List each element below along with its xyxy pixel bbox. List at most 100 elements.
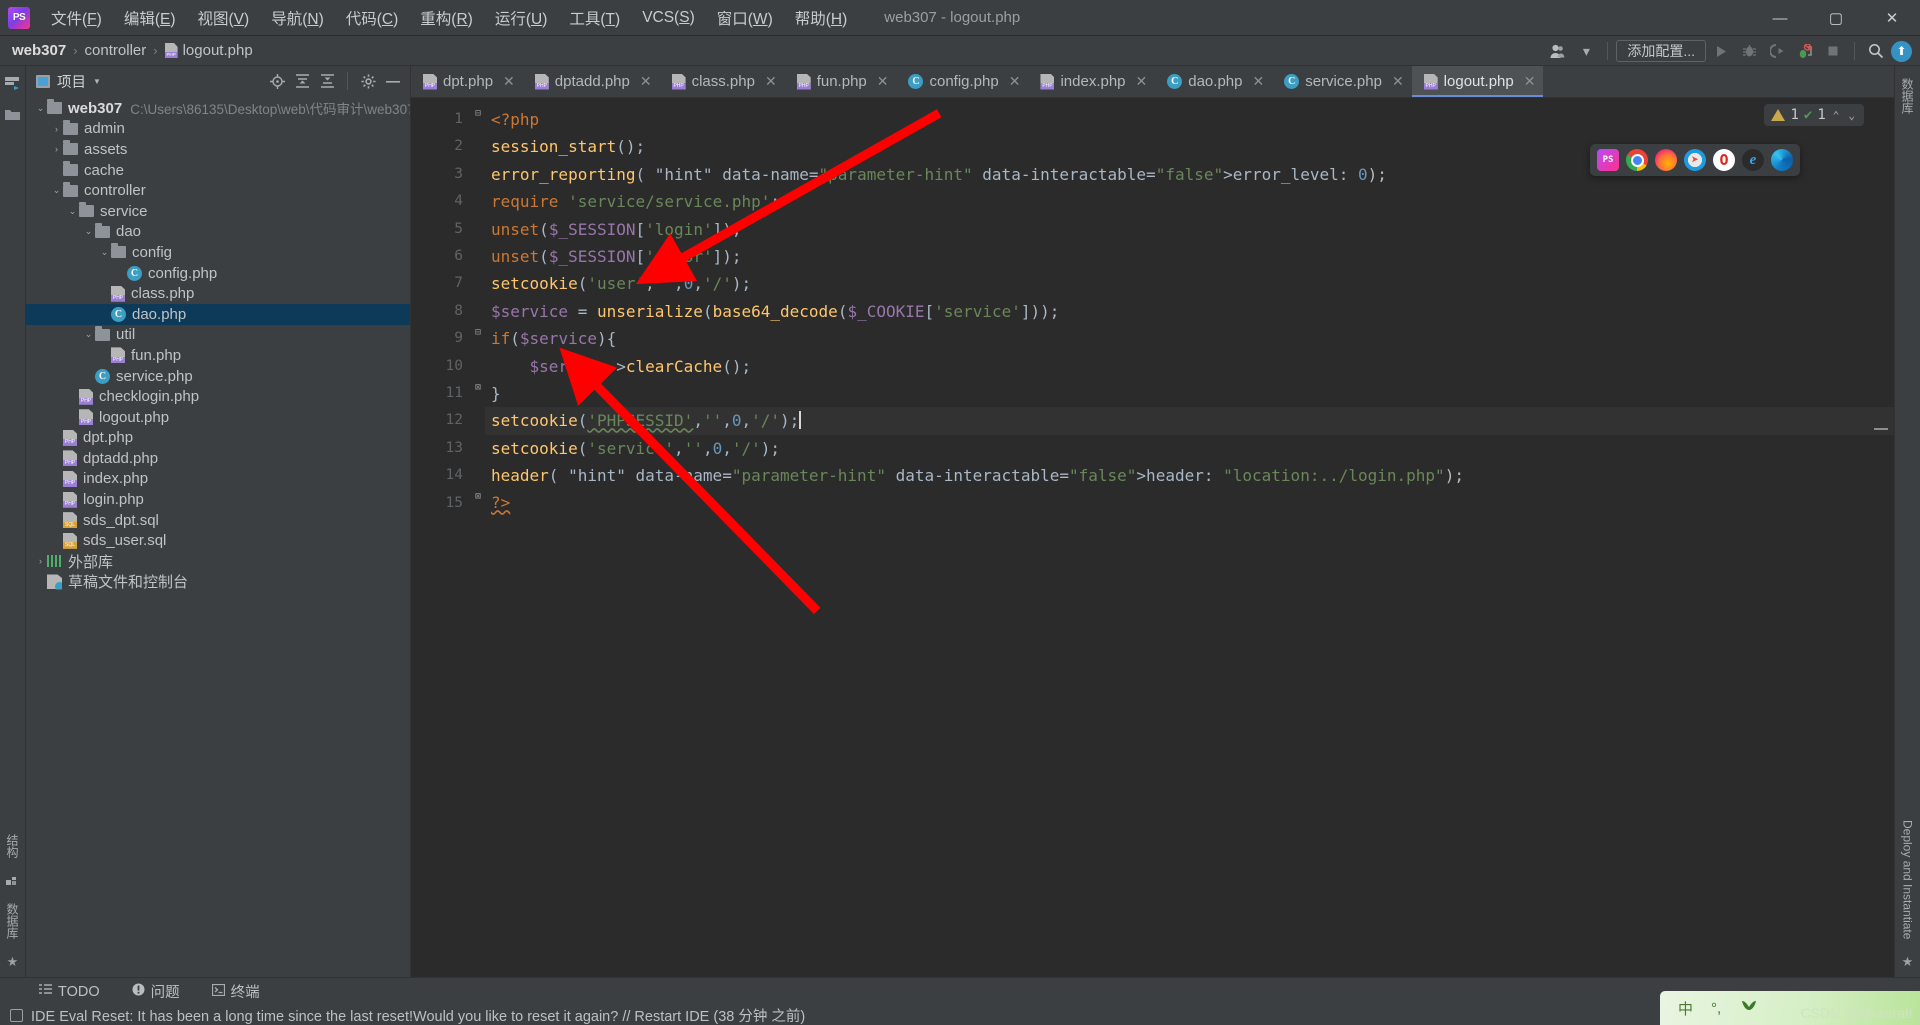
code-line[interactable]: setcookie('user','',0,'/'); (491, 270, 1894, 297)
attach-debugger-icon[interactable] (1792, 39, 1818, 63)
tree-node-assets[interactable]: › assets (26, 139, 410, 160)
sidebar-item-deploy[interactable]: Deploy and Instantiate (1898, 812, 1918, 947)
build-icon[interactable] (5, 866, 20, 895)
tree-node-util-folder[interactable]: ⌄ util (26, 325, 410, 346)
tab-logout-php[interactable]: logout.php ✕ (1411, 66, 1544, 97)
account-chevron-down-icon[interactable]: ▾ (1573, 39, 1599, 63)
code-folding-gutter[interactable]: ⊟ ⊟ ⊠ ⊠ (471, 98, 485, 977)
chevron-right-icon[interactable]: › (34, 556, 47, 566)
bottom-tab-todo[interactable]: TODO (34, 982, 105, 1002)
gear-icon[interactable] (357, 70, 379, 92)
collapse-all-icon[interactable] (316, 70, 338, 92)
code-editor[interactable]: 1 2 3 4 5 6 7 8 9 10 11 12 13 14 15 ⊟ ⊟ ⊠ ⊠ <?php sessi… (411, 98, 1894, 977)
code-line[interactable]: require 'service/service.php'; (491, 188, 1894, 215)
tab-dptadd-php[interactable]: dptadd.php ✕ (523, 66, 660, 97)
close-icon[interactable]: ✕ (1524, 73, 1536, 90)
close-icon[interactable]: ✕ (1392, 73, 1404, 90)
close-icon[interactable]: ✕ (765, 73, 777, 90)
code-line[interactable]: setcookie('PHPSESSID','',0,'/'); (485, 407, 1894, 435)
expand-all-icon[interactable] (291, 70, 313, 92)
tree-node-dao-php[interactable]: ·Cdao.php (26, 303, 410, 325)
chrome-browser-icon[interactable] (1626, 149, 1648, 171)
fold-marker-15[interactable]: ⊠ (473, 492, 483, 502)
tree-node-class-php[interactable]: · class.php (26, 283, 410, 304)
code-line[interactable]: unset($_SESSION['error']); (491, 243, 1894, 270)
tree-node-checklogin-php[interactable]: · checklogin.php (26, 386, 410, 407)
update-icon[interactable]: ⬆ (1891, 40, 1912, 62)
hide-panel-icon[interactable] (382, 70, 404, 92)
right-star-icon[interactable]: ★ (1902, 947, 1914, 977)
browser-popup[interactable]: PS ➤ O e (1590, 144, 1800, 176)
chevron-down-icon[interactable]: ⌄ (98, 247, 111, 258)
tree-node-dao-folder[interactable]: ⌄ dao (26, 222, 410, 243)
sidebar-item-favorites-label[interactable]: 数据库 (1, 895, 24, 947)
tree-node-sds-dpt-sql[interactable]: · sds_dpt.sql (26, 510, 410, 531)
tab-index-php[interactable]: index.php ✕ (1028, 66, 1155, 97)
chevron-down-icon[interactable]: ⌄ (82, 329, 95, 340)
phpstorm-browser-icon[interactable]: PS (1597, 149, 1619, 171)
status-message[interactable]: IDE Eval Reset: It has been a long time … (31, 1005, 805, 1025)
code-line[interactable]: unset($_SESSION['login']); (491, 216, 1894, 243)
chevron-down-icon[interactable]: ⌄ (34, 103, 47, 114)
tree-node-logout-php[interactable]: · logout.php (26, 407, 410, 428)
breadcrumb-project[interactable]: web307 (12, 42, 66, 59)
star-icon[interactable]: ★ (7, 947, 19, 977)
chevron-down-icon[interactable]: ⌄ (50, 185, 63, 196)
tab-dpt-php[interactable]: dpt.php ✕ (411, 66, 523, 97)
menu-vcs[interactable]: VCS(S) (631, 5, 706, 31)
project-view-chevron-down-icon[interactable]: ▼ (93, 77, 101, 86)
close-icon[interactable]: ✕ (1136, 73, 1148, 90)
menu-run[interactable]: 运行(U) (484, 3, 559, 33)
tree-node-external-libraries[interactable]: › 外部库 (26, 551, 410, 572)
tree-node-fun-php[interactable]: · fun.php (26, 345, 410, 366)
tab-class-php[interactable]: class.php ✕ (660, 66, 785, 97)
close-icon[interactable]: ✕ (877, 73, 889, 90)
menu-tools[interactable]: 工具(T) (558, 3, 631, 33)
tree-node-dptadd-php[interactable]: · dptadd.php (26, 448, 410, 469)
project-tool-icon[interactable] (5, 70, 20, 101)
maximize-button[interactable]: ▢ (1808, 0, 1864, 36)
chevron-down-icon[interactable]: ⌄ (66, 206, 79, 217)
run-icon[interactable] (1708, 39, 1734, 63)
tree-node-service-php[interactable]: ·Cservice.php (26, 366, 410, 387)
code-line[interactable]: header( "hint" data-name="parameter-hint… (491, 462, 1894, 489)
tree-node-web307[interactable]: ⌄ web307 C:\Users\86135\Desktop\web\代码审计\w… (26, 98, 410, 119)
breadcrumb-file[interactable]: logout.php (183, 42, 253, 59)
editor-tabs[interactable]: dpt.php✕dptadd.php✕class.php✕fun.php✕Cco… (411, 66, 1894, 98)
firefox-browser-icon[interactable] (1655, 149, 1677, 171)
close-button[interactable]: ✕ (1864, 0, 1920, 36)
tree-node-service-folder[interactable]: ⌄ service (26, 201, 410, 222)
code-line[interactable]: <?php (491, 106, 1894, 133)
menu-edit[interactable]: 编辑(E) (113, 3, 187, 33)
tree-node-scratches-consoles[interactable]: · 草稿文件和控制台 (26, 572, 410, 593)
tree-node-dpt-php[interactable]: · dpt.php (26, 428, 410, 449)
project-tree[interactable]: ⌄ web307 C:\Users\86135\Desktop\web\代码审计\w… (26, 96, 410, 977)
code-line[interactable]: } (491, 380, 1894, 407)
tree-node-config-php[interactable]: ·Cconfig.php (26, 263, 410, 284)
code-line[interactable]: setcookie('service','',0,'/'); (491, 435, 1894, 462)
menu-file[interactable]: 文件(F) (40, 3, 113, 33)
event-log-icon[interactable] (10, 1008, 23, 1022)
tree-node-config-folder[interactable]: ⌄ config (26, 242, 410, 263)
sidebar-item-structure[interactable]: 结构 (1, 826, 24, 866)
stop-icon[interactable] (1820, 39, 1846, 63)
bottom-tab-terminal[interactable]: 终端 (207, 979, 265, 1004)
code-line[interactable]: $service->clearCache(); (491, 353, 1894, 380)
tab-service-php[interactable]: Cservice.php ✕ (1272, 66, 1411, 97)
minimize-button[interactable]: — (1752, 0, 1808, 36)
add-configuration-button[interactable]: 添加配置... (1616, 40, 1706, 62)
chevron-right-icon[interactable]: › (50, 124, 63, 134)
inspection-widget[interactable]: 1 ✔ 1 ⌃ ⌄ (1764, 104, 1864, 126)
next-problem-icon[interactable]: ⌄ (1846, 109, 1857, 122)
folder-icon[interactable] (5, 101, 20, 130)
tab-dao-php[interactable]: Cdao.php ✕ (1155, 66, 1272, 97)
fold-marker-1[interactable]: ⊟ (473, 109, 483, 119)
tree-node-admin[interactable]: › admin (26, 119, 410, 140)
ime-indicator[interactable]: 中 °, CSDN @Msaerati (1660, 991, 1920, 1025)
scrollbar-marker[interactable] (1874, 428, 1888, 430)
tab-fun-php[interactable]: fun.php ✕ (785, 66, 897, 97)
edge-browser-icon[interactable] (1771, 149, 1793, 171)
chevron-down-icon[interactable]: ⌄ (82, 226, 95, 237)
close-icon[interactable]: ✕ (1252, 73, 1264, 90)
previous-problem-icon[interactable]: ⌃ (1831, 109, 1842, 122)
